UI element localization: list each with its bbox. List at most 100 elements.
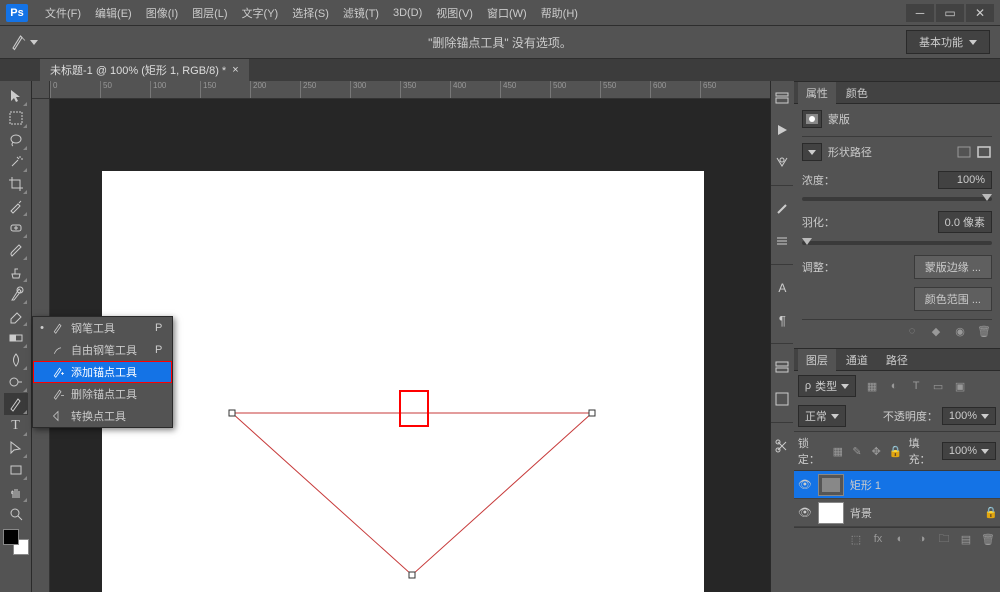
visibility-icon[interactable]: 👁 xyxy=(798,506,812,519)
filter-type-icon[interactable]: T xyxy=(908,379,924,393)
layer-item[interactable]: 👁 矩形 1 xyxy=(794,471,1000,499)
flyout-delete-anchor-tool[interactable]: 删除锚点工具 xyxy=(33,383,172,405)
dodge-tool[interactable] xyxy=(4,371,28,393)
blur-tool[interactable] xyxy=(4,349,28,371)
apply-mask-icon[interactable]: ◆ xyxy=(928,324,944,338)
link-layers-icon[interactable]: ⬚ xyxy=(848,532,864,546)
clone-stamp-tool[interactable] xyxy=(4,261,28,283)
tab-paths[interactable]: 路径 xyxy=(878,349,916,371)
hand-tool[interactable] xyxy=(4,481,28,503)
delete-mask-icon[interactable]: 🗑 xyxy=(976,324,992,338)
menu-3d[interactable]: 3D(D) xyxy=(386,4,429,22)
magic-wand-tool[interactable] xyxy=(4,151,28,173)
layer-filter-type[interactable]: ρ 类型 xyxy=(798,375,856,397)
flyout-convert-point-tool[interactable]: 转换点工具 xyxy=(33,405,172,427)
disable-mask-icon[interactable]: ◉ xyxy=(952,324,968,338)
strip-brush-icon[interactable] xyxy=(771,198,793,220)
color-range-button[interactable]: 颜色范围 ... xyxy=(914,287,992,311)
menu-help[interactable]: 帮助(H) xyxy=(534,2,585,24)
menu-file[interactable]: 文件(F) xyxy=(38,2,88,24)
lock-all-icon[interactable]: 🔒 xyxy=(889,444,903,458)
layer-fx-icon[interactable]: fx xyxy=(870,532,886,546)
path-dropdown-icon[interactable] xyxy=(802,143,822,161)
color-swatches[interactable] xyxy=(3,529,29,555)
add-mask-icon[interactable]: ◐ xyxy=(892,532,908,546)
rectangle-tool[interactable] xyxy=(4,459,28,481)
tab-properties[interactable]: 属性 xyxy=(798,82,836,104)
close-button[interactable]: ✕ xyxy=(966,4,994,22)
lasso-tool[interactable] xyxy=(4,129,28,151)
tab-channels[interactable]: 通道 xyxy=(838,349,876,371)
new-group-icon[interactable]: 🗀 xyxy=(936,532,952,546)
layer-name[interactable]: 矩形 1 xyxy=(850,477,996,493)
zoom-tool[interactable] xyxy=(4,503,28,525)
feather-value[interactable]: 0.0 像素 xyxy=(938,211,992,233)
strip-character-icon[interactable]: A xyxy=(771,277,793,299)
mask-edge-button[interactable]: 蒙版边缘 ... xyxy=(914,255,992,279)
tab-close-icon[interactable]: × xyxy=(232,64,238,76)
strip-presets-icon[interactable] xyxy=(771,230,793,252)
filter-smart-icon[interactable]: ▣ xyxy=(952,379,968,393)
eyedropper-tool[interactable] xyxy=(4,195,28,217)
type-tool[interactable]: T xyxy=(4,415,28,437)
filter-adjust-icon[interactable]: ◐ xyxy=(886,379,902,393)
minimize-button[interactable]: ─ xyxy=(906,4,934,22)
foreground-swatch[interactable] xyxy=(3,529,19,545)
lock-transparent-icon[interactable]: ▦ xyxy=(831,444,844,458)
tab-color[interactable]: 颜色 xyxy=(838,82,876,104)
maximize-button[interactable]: ▭ xyxy=(936,4,964,22)
fill-value[interactable]: 100% xyxy=(942,442,996,460)
lock-pixels-icon[interactable]: ✎ xyxy=(850,444,863,458)
density-slider[interactable] xyxy=(802,197,992,201)
workspace-switcher[interactable]: 基本功能 xyxy=(906,30,990,54)
strip-layers-icon[interactable] xyxy=(771,356,793,378)
menu-view[interactable]: 视图(V) xyxy=(429,2,480,24)
visibility-icon[interactable]: 👁 xyxy=(798,478,812,491)
new-layer-icon[interactable]: ▤ xyxy=(958,532,974,546)
layer-thumbnail[interactable] xyxy=(818,474,844,496)
menu-image[interactable]: 图像(I) xyxy=(139,2,185,24)
menu-window[interactable]: 窗口(W) xyxy=(480,2,534,24)
strip-scissors-icon[interactable] xyxy=(771,435,793,457)
healing-brush-tool[interactable] xyxy=(4,217,28,239)
opacity-value[interactable]: 100% xyxy=(942,407,996,425)
new-fill-icon[interactable]: ◑ xyxy=(914,532,930,546)
menu-edit[interactable]: 编辑(E) xyxy=(88,2,139,24)
strip-paragraph-icon[interactable]: ¶ xyxy=(771,309,793,331)
crop-tool[interactable] xyxy=(4,173,28,195)
lock-position-icon[interactable]: ✥ xyxy=(870,444,883,458)
canvas[interactable] xyxy=(102,171,704,592)
history-brush-tool[interactable] xyxy=(4,283,28,305)
pixel-mask-icon[interactable] xyxy=(956,145,972,159)
filter-shape-icon[interactable]: ▭ xyxy=(930,379,946,393)
gradient-tool[interactable] xyxy=(4,327,28,349)
marquee-tool[interactable] xyxy=(4,107,28,129)
density-value[interactable]: 100% xyxy=(938,171,992,189)
tab-layers[interactable]: 图层 xyxy=(798,349,836,371)
feather-slider[interactable] xyxy=(802,241,992,245)
menu-layer[interactable]: 图层(L) xyxy=(185,2,234,24)
delete-layer-icon[interactable]: 🗑 xyxy=(980,532,996,546)
flyout-add-anchor-tool[interactable]: 添加锚点工具 xyxy=(33,361,172,383)
menu-select[interactable]: 选择(S) xyxy=(285,2,336,24)
filter-pixel-icon[interactable]: ▦ xyxy=(864,379,880,393)
pen-tool[interactable] xyxy=(4,393,28,415)
menu-filter[interactable]: 滤镜(T) xyxy=(336,2,386,24)
blend-mode-dropdown[interactable]: 正常 xyxy=(798,405,846,427)
menu-type[interactable]: 文字(Y) xyxy=(235,2,286,24)
load-selection-icon[interactable]: ◌ xyxy=(904,324,920,338)
strip-nav-icon[interactable] xyxy=(771,151,793,173)
layer-item[interactable]: 👁 背景 🔒 xyxy=(794,499,1000,527)
layer-name[interactable]: 背景 xyxy=(850,505,978,521)
vector-mask-icon[interactable] xyxy=(976,145,992,159)
strip-play-icon[interactable] xyxy=(771,119,793,141)
flyout-freeform-pen-tool[interactable]: 自由钢笔工具 P xyxy=(33,339,172,361)
eraser-tool[interactable] xyxy=(4,305,28,327)
current-tool-icon[interactable] xyxy=(10,31,38,53)
flyout-pen-tool[interactable]: • 钢笔工具 P xyxy=(33,317,172,339)
path-selection-tool[interactable] xyxy=(4,437,28,459)
move-tool[interactable] xyxy=(4,85,28,107)
document-tab[interactable]: 未标题-1 @ 100% (矩形 1, RGB/8) * × xyxy=(40,59,249,81)
strip-channels-icon[interactable] xyxy=(771,388,793,410)
strip-history-icon[interactable] xyxy=(771,87,793,109)
